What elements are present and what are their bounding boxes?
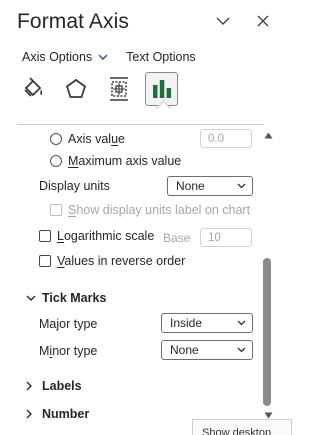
values-reverse-order-option[interactable]: Values in reverse order bbox=[39, 254, 185, 268]
major-type-label: Major type bbox=[39, 317, 98, 331]
effects-pentagon-icon bbox=[65, 78, 86, 98]
effects-tab[interactable] bbox=[59, 72, 92, 106]
chevron-down-icon bbox=[237, 183, 246, 189]
logarithmic-scale-checkbox[interactable] bbox=[39, 230, 51, 242]
option-tabs: Axis Options Text Options bbox=[22, 50, 196, 64]
axis-options-bar-chart-icon bbox=[152, 80, 171, 98]
logarithmic-scale-label: Logarithmic scale bbox=[57, 229, 155, 243]
chevron-down-icon bbox=[237, 347, 246, 353]
vertical-scrollbar[interactable] bbox=[262, 125, 274, 422]
minor-type-dropdown[interactable]: None bbox=[161, 340, 253, 360]
tab-text-options-label: Text Options bbox=[126, 50, 196, 64]
logarithmic-scale-option[interactable]: Logarithmic scale bbox=[39, 229, 154, 243]
log-base-label: Base bbox=[163, 231, 191, 245]
scroll-up-button[interactable] bbox=[262, 129, 274, 141]
major-type-value: Inside bbox=[170, 316, 203, 330]
chevron-down-icon bbox=[216, 17, 230, 25]
labels-section-header[interactable]: Labels bbox=[26, 379, 82, 393]
tick-marks-section-header[interactable]: Tick Marks bbox=[26, 291, 106, 305]
chevron-down-icon bbox=[98, 54, 108, 60]
chevron-right-icon bbox=[26, 381, 38, 391]
major-type-dropdown[interactable]: Inside bbox=[161, 313, 253, 333]
maximum-axis-value-option[interactable]: Maximum axis value bbox=[50, 154, 181, 168]
close-icon bbox=[257, 15, 269, 27]
axis-value-option[interactable]: Axis value bbox=[50, 132, 125, 146]
tick-marks-title: Tick Marks bbox=[42, 291, 107, 305]
category-icon-tabs bbox=[16, 72, 178, 106]
show-units-label-checkbox[interactable] bbox=[50, 204, 62, 216]
tab-axis-options-label: Axis Options bbox=[22, 50, 93, 64]
triangle-up-icon bbox=[264, 132, 272, 138]
show-desktop-tooltip: Show desktop bbox=[192, 419, 292, 435]
number-section-header[interactable]: Number bbox=[26, 407, 89, 421]
axis-options-tab[interactable] bbox=[145, 72, 178, 106]
display-units-value: None bbox=[176, 179, 205, 193]
show-units-label-text: Show display units label on chart bbox=[68, 203, 251, 217]
display-units-dropdown[interactable]: None bbox=[167, 176, 253, 196]
labels-title: Labels bbox=[42, 379, 82, 393]
axis-value-input[interactable]: 0.0 bbox=[200, 129, 252, 148]
values-reverse-order-label: Values in reverse order bbox=[57, 254, 186, 268]
axis-value-radio[interactable] bbox=[50, 133, 62, 145]
fill-line-tab[interactable] bbox=[16, 72, 49, 106]
close-pane-button[interactable] bbox=[251, 9, 275, 33]
pane-title: Format Axis bbox=[17, 10, 129, 33]
chevron-down-icon bbox=[237, 320, 246, 326]
maximum-axis-value-radio[interactable] bbox=[50, 155, 62, 167]
format-axis-pane: Format Axis Axis Options Text Options Ax… bbox=[0, 0, 292, 435]
log-base-input[interactable]: 10 bbox=[200, 228, 252, 247]
values-reverse-order-checkbox[interactable] bbox=[39, 255, 51, 267]
maximum-axis-value-label: Maximum axis value bbox=[68, 154, 182, 168]
number-title: Number bbox=[42, 407, 90, 421]
triangle-down-icon bbox=[264, 412, 272, 418]
chevron-down-icon bbox=[26, 295, 38, 301]
display-units-label: Display units bbox=[39, 179, 110, 193]
minor-type-label: Mi nor type bbox=[39, 344, 98, 358]
minor-type-value: None bbox=[170, 343, 199, 357]
chevron-right-icon bbox=[26, 409, 38, 419]
scrollbar-thumb[interactable] bbox=[263, 258, 271, 406]
fill-line-icon bbox=[23, 77, 42, 97]
axis-value-label: Axis value bbox=[68, 132, 125, 146]
axis-options-scroll-area: Axis value 0.0 Maximum axis value Displa… bbox=[0, 125, 262, 430]
tab-text-options[interactable]: Text Options bbox=[126, 50, 195, 64]
size-properties-tab[interactable] bbox=[102, 72, 135, 106]
collapse-pane-button[interactable] bbox=[211, 9, 235, 33]
size-properties-icon bbox=[109, 77, 128, 101]
show-units-label-option[interactable]: Show display units label on chart bbox=[50, 203, 250, 217]
tab-axis-options[interactable]: Axis Options bbox=[22, 50, 108, 64]
